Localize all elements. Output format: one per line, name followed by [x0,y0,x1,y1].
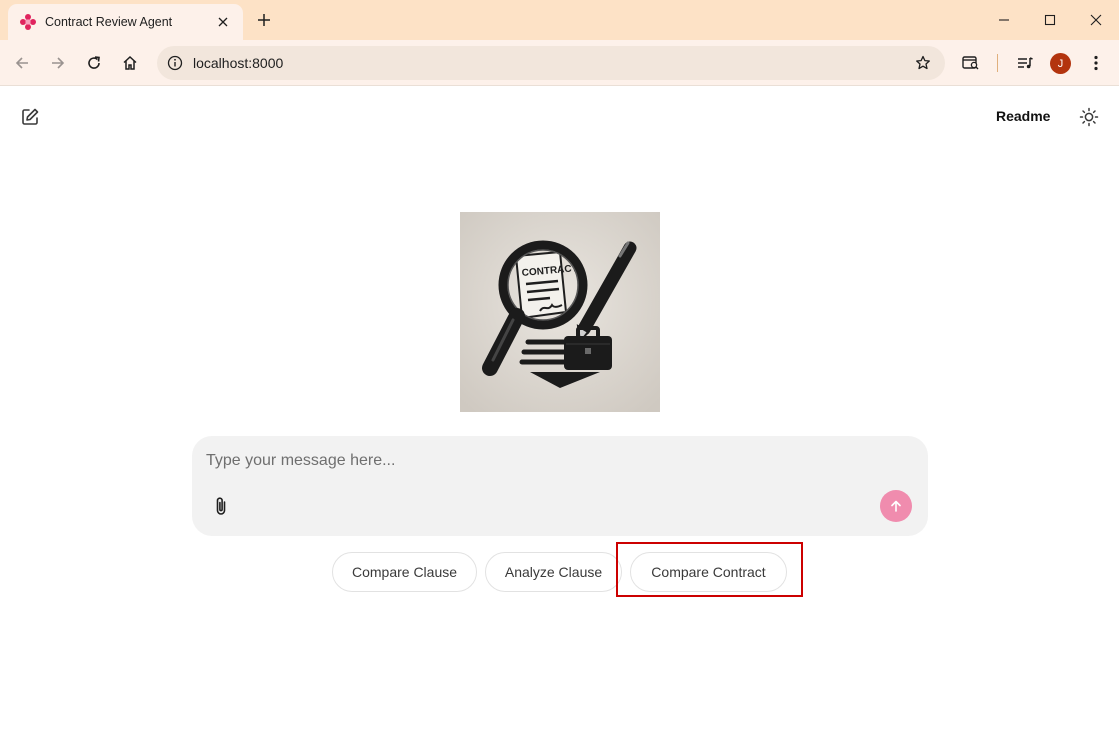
paperclip-attach-icon[interactable] [209,494,233,518]
tab-title: Contract Review Agent [45,15,173,29]
browser-toolbar: localhost:8000 J [0,40,1119,86]
contract-review-logo-image: CONTRACT [460,212,660,412]
highlight-annotation-box [616,542,803,597]
profile-avatar[interactable]: J [1050,53,1071,74]
message-composer [192,436,928,536]
browser-menu-icon[interactable] [1084,51,1108,75]
browser-tabstrip: Contract Review Agent [0,0,1119,40]
address-bar[interactable]: localhost:8000 [157,46,945,80]
toolbar-separator [997,54,998,72]
home-icon[interactable] [118,51,142,75]
readme-link[interactable]: Readme [990,108,1056,124]
compare-clause-button[interactable]: Compare Clause [332,552,477,592]
arrow-up-icon [891,500,901,512]
forward-arrow-icon[interactable] [46,51,70,75]
analyze-clause-button[interactable]: Analyze Clause [485,552,622,592]
url-text: localhost:8000 [193,55,284,71]
message-input[interactable] [206,448,906,474]
minimize-icon[interactable] [981,0,1027,40]
send-button[interactable] [880,490,912,522]
diamond-logo-icon [20,14,36,30]
new-tab-plus-icon[interactable] [252,8,276,32]
new-chat-edit-icon[interactable] [18,105,42,129]
close-window-icon[interactable] [1073,0,1119,40]
media-queue-icon[interactable] [1013,51,1037,75]
maximize-icon[interactable] [1027,0,1073,40]
search-tabs-icon[interactable] [959,51,983,75]
sun-theme-toggle-icon[interactable] [1077,105,1101,129]
browser-tab[interactable]: Contract Review Agent [8,4,243,40]
close-tab-icon[interactable] [213,12,233,32]
reload-icon[interactable] [82,51,106,75]
back-arrow-icon[interactable] [10,51,34,75]
site-info-icon[interactable] [165,53,185,73]
bookmark-star-icon[interactable] [913,53,933,73]
